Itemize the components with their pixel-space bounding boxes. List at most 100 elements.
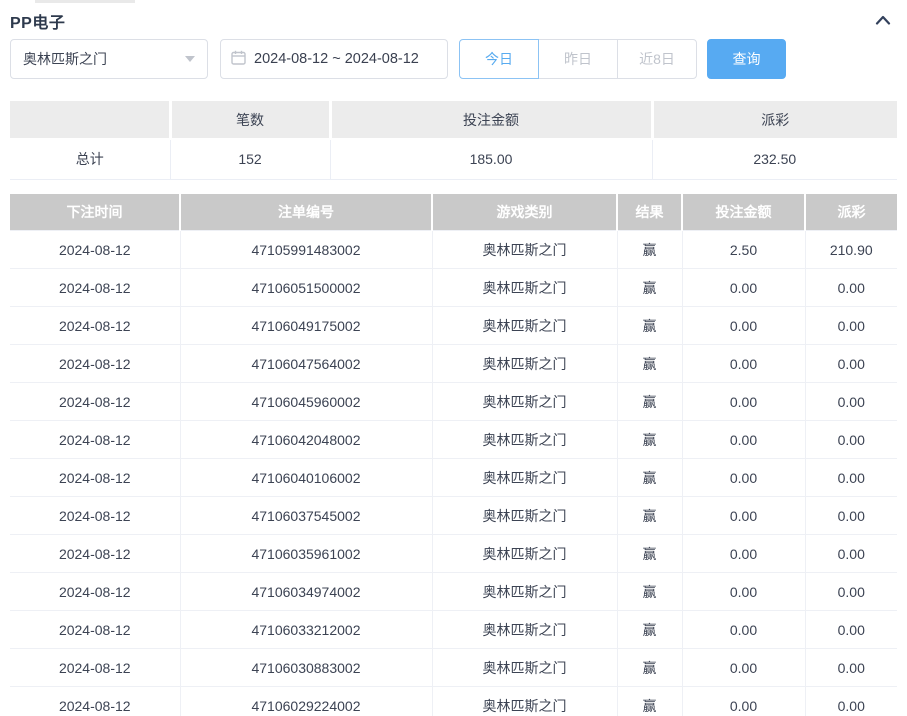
game-type-cell: 奥林匹斯之门 — [431, 420, 618, 459]
bet-records-table: 下注时间 注单编号 游戏类别 结果 投注金额 派彩 2024-08-12 4710… — [10, 193, 897, 716]
result-cell: 赢 — [616, 382, 683, 421]
table-row: 2024-08-12 47106040106002 奥林匹斯之门赢 0.00 0.00 — [10, 458, 897, 497]
bet-time-cell: 2024-08-12 — [10, 610, 181, 649]
quick-date-button-2[interactable]: 近8日 — [617, 39, 697, 79]
bet-amount-cell: 2.50 — [681, 230, 806, 269]
summary-total-label: 总计 — [10, 139, 171, 180]
quick-date-button-1[interactable]: 昨日 — [538, 39, 618, 79]
result-cell: 赢 — [616, 420, 683, 459]
bet-amount-cell: 0.00 — [681, 420, 806, 459]
order-id-cell: 47106047564002 — [179, 344, 433, 383]
table-row: 2024-08-12 47105991483002 奥林匹斯之门赢 2.50 210.9… — [10, 230, 897, 269]
table-row: 2024-08-12 47106045960002 奥林匹斯之门赢 0.00 0.00 — [10, 382, 897, 421]
payout-cell: 0.00 — [804, 268, 897, 307]
payout-cell: 0.00 — [804, 382, 897, 421]
game-type-cell: 奥林匹斯之门 — [431, 534, 618, 573]
game-type-cell: 奥林匹斯之门 — [431, 268, 618, 307]
bet-amount-cell: 0.00 — [681, 534, 806, 573]
bet-time-cell: 2024-08-12 — [10, 344, 181, 383]
panel-header: PP电子 — [10, 0, 897, 39]
game-type-cell: 奥林匹斯之门 — [431, 382, 618, 421]
result-cell: 赢 — [616, 648, 683, 687]
summary-total-count: 152 — [169, 139, 331, 180]
order-id-cell: 47106035961002 — [179, 534, 433, 573]
col-header-bet-amount: 投注金额 — [681, 193, 806, 231]
payout-cell: 210.90 — [804, 230, 897, 269]
bet-amount-cell: 0.00 — [681, 382, 806, 421]
col-header-order-id: 注单编号 — [179, 193, 433, 231]
game-type-cell: 奥林匹斯之门 — [431, 458, 618, 497]
payout-cell: 0.00 — [804, 572, 897, 611]
result-cell: 赢 — [616, 496, 683, 535]
date-range-value: 2024-08-12 ~ 2024-08-12 — [254, 51, 419, 67]
collapse-button[interactable] — [869, 11, 897, 30]
summary-total-row: 总计 152 185.00 232.50 — [10, 139, 897, 180]
order-id-cell: 47106042048002 — [179, 420, 433, 459]
bet-amount-cell: 0.00 — [681, 458, 806, 497]
bet-time-cell: 2024-08-12 — [10, 686, 181, 716]
pp-game-records-panel: PP电子 奥林匹斯之门 2024-08-12 ~ 2024-08-12 今日 昨日… — [0, 0, 907, 716]
order-id-cell: 47106029224002 — [179, 686, 433, 716]
records-header-row: 下注时间 注单编号 游戏类别 结果 投注金额 派彩 — [10, 193, 897, 231]
bet-amount-cell: 0.00 — [681, 648, 806, 687]
result-cell: 赢 — [616, 610, 683, 649]
table-row: 2024-08-12 47106029224002 奥林匹斯之门赢 0.00 0.00 — [10, 686, 897, 716]
payout-cell: 0.00 — [804, 458, 897, 497]
bet-time-cell: 2024-08-12 — [10, 572, 181, 611]
table-row: 2024-08-12 47106047564002 奥林匹斯之门赢 0.00 0.00 — [10, 344, 897, 383]
result-cell: 赢 — [616, 268, 683, 307]
chevron-down-icon — [185, 56, 195, 62]
game-type-cell: 奥林匹斯之门 — [431, 648, 618, 687]
top-edge-artifact — [35, 0, 135, 3]
page-title: PP电子 — [10, 15, 66, 32]
summary-header-bet-amount: 投注金额 — [328, 101, 654, 140]
result-cell: 赢 — [616, 572, 683, 611]
bet-time-cell: 2024-08-12 — [10, 458, 181, 497]
payout-cell: 0.00 — [804, 420, 897, 459]
payout-cell: 0.00 — [804, 344, 897, 383]
result-cell: 赢 — [616, 306, 683, 345]
game-type-cell: 奥林匹斯之门 — [431, 344, 618, 383]
payout-cell: 0.00 — [804, 496, 897, 535]
filter-bar: 奥林匹斯之门 2024-08-12 ~ 2024-08-12 今日 昨日 近8日 查… — [10, 39, 897, 79]
summary-header-row: 笔数 投注金额 派彩 — [10, 101, 897, 140]
bet-time-cell: 2024-08-12 — [10, 268, 181, 307]
game-select[interactable]: 奥林匹斯之门 — [10, 39, 208, 79]
order-id-cell: 47106051500002 — [179, 268, 433, 307]
summary-total-bet-amount: 185.00 — [329, 139, 653, 180]
records-table-body: 2024-08-12 47105991483002 奥林匹斯之门赢 2.50 210.9… — [10, 230, 897, 716]
summary-header-empty — [10, 101, 172, 140]
table-row: 2024-08-12 47106030883002 奥林匹斯之门赢 0.00 0.00 — [10, 648, 897, 687]
calendar-icon — [231, 50, 246, 68]
quick-date-button-group: 今日 昨日 近8日 — [459, 39, 697, 79]
order-id-cell: 47106034974002 — [179, 572, 433, 611]
order-id-cell: 47106040106002 — [179, 458, 433, 497]
payout-cell: 0.00 — [804, 686, 897, 716]
date-range-picker[interactable]: 2024-08-12 ~ 2024-08-12 — [220, 39, 448, 79]
table-row: 2024-08-12 47106035961002 奥林匹斯之门赢 0.00 0.00 — [10, 534, 897, 573]
query-button[interactable]: 查询 — [707, 39, 786, 79]
payout-cell: 0.00 — [804, 648, 897, 687]
chevron-up-icon — [875, 13, 891, 28]
result-cell: 赢 — [616, 686, 683, 716]
game-type-cell: 奥林匹斯之门 — [431, 230, 618, 269]
bet-amount-cell: 0.00 — [681, 496, 806, 535]
game-type-cell: 奥林匹斯之门 — [431, 496, 618, 535]
summary-table: 笔数 投注金额 派彩 总计 152 185.00 232.50 — [10, 101, 897, 180]
bet-time-cell: 2024-08-12 — [10, 306, 181, 345]
table-row: 2024-08-12 47106049175002 奥林匹斯之门赢 0.00 0.00 — [10, 306, 897, 345]
order-id-cell: 47106030883002 — [179, 648, 433, 687]
bet-amount-cell: 0.00 — [681, 610, 806, 649]
col-header-payout: 派彩 — [804, 193, 897, 231]
bet-time-cell: 2024-08-12 — [10, 496, 181, 535]
bet-time-cell: 2024-08-12 — [10, 230, 181, 269]
result-cell: 赢 — [616, 230, 683, 269]
table-row: 2024-08-12 47106037545002 奥林匹斯之门赢 0.00 0.00 — [10, 496, 897, 535]
payout-cell: 0.00 — [804, 306, 897, 345]
order-id-cell: 47106045960002 — [179, 382, 433, 421]
result-cell: 赢 — [616, 534, 683, 573]
summary-header-payout: 派彩 — [650, 101, 897, 140]
quick-date-button-0[interactable]: 今日 — [459, 39, 539, 79]
result-cell: 赢 — [616, 344, 683, 383]
order-id-cell: 47105991483002 — [179, 230, 433, 269]
